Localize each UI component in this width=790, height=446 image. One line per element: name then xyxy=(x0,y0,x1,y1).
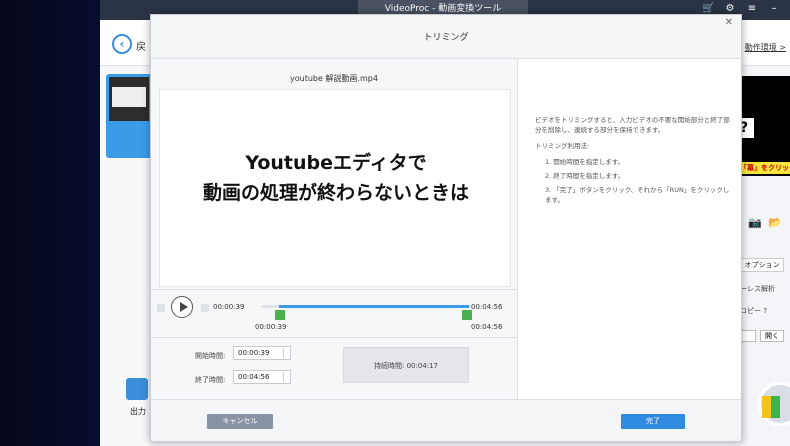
play-button[interactable] xyxy=(171,296,193,318)
preview-caption-2: 動画の処理が終わらないときは xyxy=(202,182,469,204)
current-time: 00:00:39 xyxy=(213,303,245,311)
video-thumbnail[interactable] xyxy=(106,74,152,158)
total-time: 00:04:56 xyxy=(471,303,503,311)
divider xyxy=(151,289,517,290)
beginner-mark-icon xyxy=(762,396,780,418)
output-icon[interactable] xyxy=(126,378,148,400)
seamless-label: ーレス解析 xyxy=(740,285,775,293)
prev-frame-button[interactable] xyxy=(157,304,165,312)
output-label: 出力 xyxy=(130,407,146,416)
start-time-spinner[interactable] xyxy=(283,348,289,358)
next-frame-button[interactable] xyxy=(201,304,209,312)
dialog-header: トリミング ✕ xyxy=(151,15,741,59)
dialog-title: トリミング xyxy=(423,33,469,43)
trim-end-handle[interactable] xyxy=(462,310,472,320)
thumbnail-image xyxy=(109,77,149,121)
browse-button[interactable] xyxy=(740,330,756,342)
right-panel: ? 「幕」をクリック! 📷 📂 オプション ーレス解析 コピー ? 開く xyxy=(740,66,790,446)
copy-label: コピー ? xyxy=(740,307,767,315)
option-button[interactable]: オプション xyxy=(740,258,784,272)
open-button[interactable]: 開く xyxy=(760,330,784,342)
back-label[interactable]: 戻 xyxy=(136,38,146,53)
divider xyxy=(517,59,518,399)
file-list-panel: 出力 xyxy=(100,66,152,446)
start-time-label: 開始時間: xyxy=(195,352,226,360)
start-time-input[interactable]: 00:00:39 xyxy=(233,346,291,360)
help-step: 2. 終了時間を指定します。 xyxy=(545,172,625,180)
start-marker-time: 00:00:39 xyxy=(255,323,287,331)
trim-start-handle[interactable] xyxy=(275,310,285,320)
timeline-selection xyxy=(279,305,469,308)
file-name: youtube 解説動画.mp4 xyxy=(290,74,378,83)
end-time-input[interactable]: 00:04:56 xyxy=(233,370,291,384)
video-preview: Youtubeエディタで 動画の処理が終わらないときは xyxy=(159,89,511,287)
trim-editor: youtube 解説動画.mp4 Youtubeエディタで 動画の処理が終わらな… xyxy=(151,59,517,399)
dialog-footer: キャンセル 完了 xyxy=(151,399,741,441)
help-step: 3. 「完了」ボタンをクリック、それから「RUN」をクリックします。 xyxy=(545,186,730,204)
start-time-value: 00:00:39 xyxy=(238,349,270,357)
divider xyxy=(151,337,517,338)
system-requirements-link[interactable]: 動作環境 > xyxy=(745,42,786,53)
end-time-spinner[interactable] xyxy=(283,372,289,382)
help-step: 1. 開始時間を指定します。 xyxy=(545,158,625,166)
end-time-value: 00:04:56 xyxy=(238,373,270,381)
trim-dialog: トリミング ✕ youtube 解説動画.mp4 Youtubeエディタで 動画… xyxy=(150,14,742,442)
end-time-label: 終了時間: xyxy=(195,376,226,384)
help-usage-title: トリミング利用法: xyxy=(535,142,590,150)
preview-text: ? xyxy=(740,118,754,138)
camera-icon[interactable]: 📷 xyxy=(748,216,762,229)
duration-display: 持続時間: 00:04:17 xyxy=(343,347,469,383)
end-marker-time: 00:04:56 xyxy=(471,323,503,331)
minimize-icon[interactable]: – xyxy=(768,3,780,15)
preview-caption-1: Youtubeエディタで xyxy=(245,152,427,174)
menu-icon[interactable]: ≡ xyxy=(746,3,758,15)
close-icon[interactable]: ✕ xyxy=(725,17,733,28)
help-text: ビデオをトリミングすると、入力ビデオの不要な開始部分と終了部分を削除し、連続する… xyxy=(535,115,735,209)
folder-icon[interactable]: 📂 xyxy=(768,216,782,229)
done-button[interactable]: 完了 xyxy=(621,414,685,429)
help-intro: ビデオをトリミングすると、入力ビデオの不要な開始部分と終了部分を削除し、連続する… xyxy=(535,116,730,134)
back-button[interactable]: ‹ xyxy=(112,34,132,54)
ad-banner[interactable]: 「幕」をクリック! xyxy=(740,162,790,174)
cancel-button[interactable]: キャンセル xyxy=(207,414,273,429)
